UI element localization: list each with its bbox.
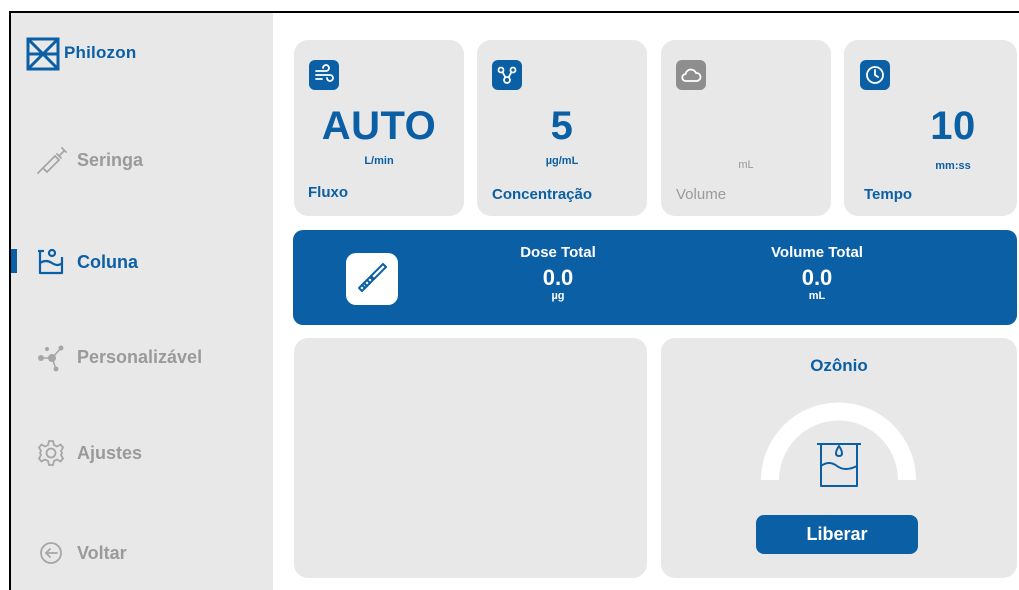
volume-total-value: 0.0 <box>801 265 833 290</box>
wind-icon <box>309 60 339 90</box>
ozonio-gauge <box>761 402 916 487</box>
sidebar-item-seringa[interactable]: Seringa <box>33 142 143 178</box>
empty-panel <box>294 338 647 578</box>
dose-total-value: 0.0 <box>542 265 574 290</box>
sidebar-item-coluna[interactable]: Coluna <box>33 244 138 280</box>
dose-total: Dose Total 0.0 µg <box>468 244 648 302</box>
syringe-icon <box>33 142 69 178</box>
gear-icon <box>33 435 69 471</box>
volume-label: Volume <box>676 186 727 203</box>
sidebar-item-label: Seringa <box>77 149 144 170</box>
column-beaker-icon <box>33 244 69 280</box>
volume-total-unit: mL <box>808 290 826 302</box>
tempo-unit: mm:ss <box>935 160 971 172</box>
volume-total: Volume Total 0.0 mL <box>727 244 907 302</box>
molecule-icon <box>33 339 69 375</box>
sidebar-item-ajustes[interactable]: Ajustes <box>33 435 142 471</box>
fluxo-card[interactable]: AUTO L/min Fluxo <box>294 40 464 216</box>
fluxo-unit: L/min <box>364 155 394 167</box>
active-indicator <box>11 249 17 273</box>
sidebar-item-label: Ajustes <box>77 442 143 463</box>
philozon-logo-icon <box>26 37 60 71</box>
liberar-button[interactable]: Liberar <box>756 515 918 554</box>
clock-icon <box>860 60 890 90</box>
sidebar-item-label: Voltar <box>77 542 127 563</box>
fluxo-value: AUTO <box>321 104 437 148</box>
fluxo-label: Fluxo <box>308 184 348 201</box>
tempo-value: 10 <box>930 104 976 148</box>
cloud-icon <box>676 60 706 90</box>
sidebar-item-voltar[interactable]: Voltar <box>33 535 127 571</box>
dose-summary-bar: Dose Total 0.0 µg Volume Total 0.0 mL <box>293 230 1017 325</box>
volume-unit: mL <box>738 159 754 171</box>
volume-total-title: Volume Total <box>771 244 863 261</box>
volume-card[interactable]: mL Volume <box>661 40 831 216</box>
sidebar-item-label: Personalizável <box>77 346 203 367</box>
molecule-icon <box>492 60 522 90</box>
tempo-label: Tempo <box>864 186 913 203</box>
tempo-card[interactable]: 10 mm:ss Tempo <box>844 40 1017 216</box>
app-frame: Philozon Seringa Coluna Personalizável A… <box>9 11 1019 590</box>
dose-total-title: Dose Total <box>520 244 596 261</box>
beaker-icon <box>817 443 861 487</box>
concentracao-card[interactable]: 5 µg/mL Concentração <box>477 40 647 216</box>
sidebar-item-label: Coluna <box>77 251 138 272</box>
concentracao-label: Concentração <box>492 186 593 203</box>
ozonio-panel: Ozônio Liberar <box>661 338 1017 578</box>
ozonio-title: Ozônio <box>810 356 868 375</box>
back-arrow-icon <box>33 535 69 571</box>
sidebar: Philozon Seringa Coluna Personalizável A… <box>11 13 273 590</box>
concentracao-unit: µg/mL <box>545 155 579 167</box>
brush-button[interactable] <box>346 253 398 305</box>
concentracao-value: 5 <box>550 104 574 148</box>
sidebar-item-personalizavel[interactable]: Personalizável <box>33 339 202 375</box>
brand-logo: Philozon <box>26 37 136 71</box>
brand-name: Philozon <box>64 43 137 62</box>
brush-icon <box>355 260 389 299</box>
dose-total-unit: µg <box>551 290 565 302</box>
